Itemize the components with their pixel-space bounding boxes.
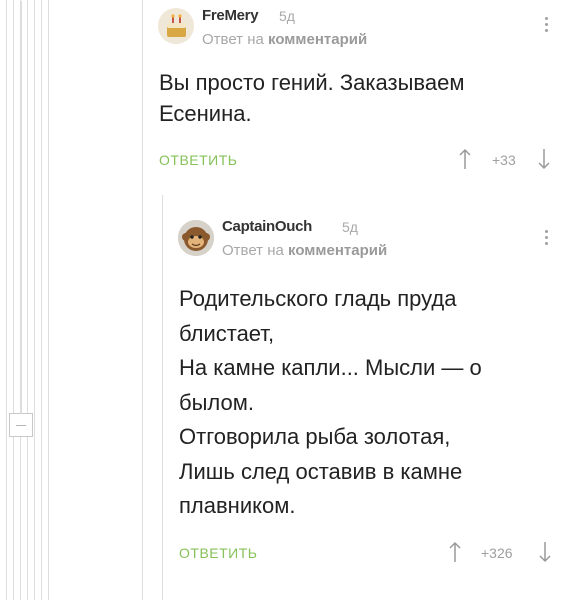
reply-to-prefix: Ответ на [222, 242, 284, 259]
reply-to-line: Ответ на комментарий [222, 242, 387, 259]
cake-avatar-icon [158, 8, 194, 44]
reply-button[interactable]: ОТВЕТИТЬ [159, 152, 237, 168]
avatar[interactable] [158, 8, 194, 44]
avatar[interactable] [178, 220, 214, 256]
author-name[interactable]: CaptainOuch [222, 218, 312, 235]
reply-to-link[interactable]: комментарий [268, 31, 367, 48]
rating-value: +33 [492, 152, 516, 168]
comment-text-line: Отговорила рыба золотая, [179, 424, 451, 449]
comment-text-line: плавником. [179, 493, 296, 518]
reply-to-line: Ответ на комментарий [202, 31, 367, 48]
comment-fremery: FreMery 5д Ответ на комментарий Вы прост… [0, 0, 568, 190]
upvote-arrow-icon[interactable] [449, 541, 461, 563]
author-name[interactable]: FreMery [202, 7, 259, 24]
comment-text-line: блистает, [179, 320, 275, 346]
comment-text: Родительского гладь пруда блистает, На к… [179, 282, 549, 524]
comment-text-line: былом. [179, 389, 254, 415]
downvote-arrow-icon[interactable] [538, 148, 550, 170]
rating-value: +326 [481, 545, 513, 561]
downvote-arrow-icon[interactable] [539, 541, 551, 563]
more-menu-icon[interactable] [543, 17, 549, 35]
comment-text-line: Есенина. [159, 101, 252, 126]
upvote-arrow-icon[interactable] [459, 148, 471, 170]
reply-to-prefix: Ответ на [202, 31, 264, 48]
more-menu-icon[interactable] [543, 230, 549, 248]
comment-text-line: Лишь след оставив в камне [179, 458, 463, 484]
reply-button[interactable]: ОТВЕТИТЬ [179, 545, 257, 561]
comment-age: 5д [342, 219, 358, 235]
comment-text-line: На камне капли... Мысли — о [179, 355, 482, 380]
comment-text-line: Родительского гладь пруда [179, 286, 457, 311]
comment-text-line: Вы просто гений. Заказываем [159, 70, 465, 95]
comment-text: Вы просто гений. Заказываем Есенина. [159, 67, 549, 129]
monkey-avatar-icon [178, 220, 214, 256]
comment-age: 5д [279, 8, 295, 24]
comment-captainouch: CaptainOuch 5д Ответ на комментарий Роди… [0, 195, 568, 600]
reply-to-link[interactable]: комментарий [288, 242, 387, 259]
